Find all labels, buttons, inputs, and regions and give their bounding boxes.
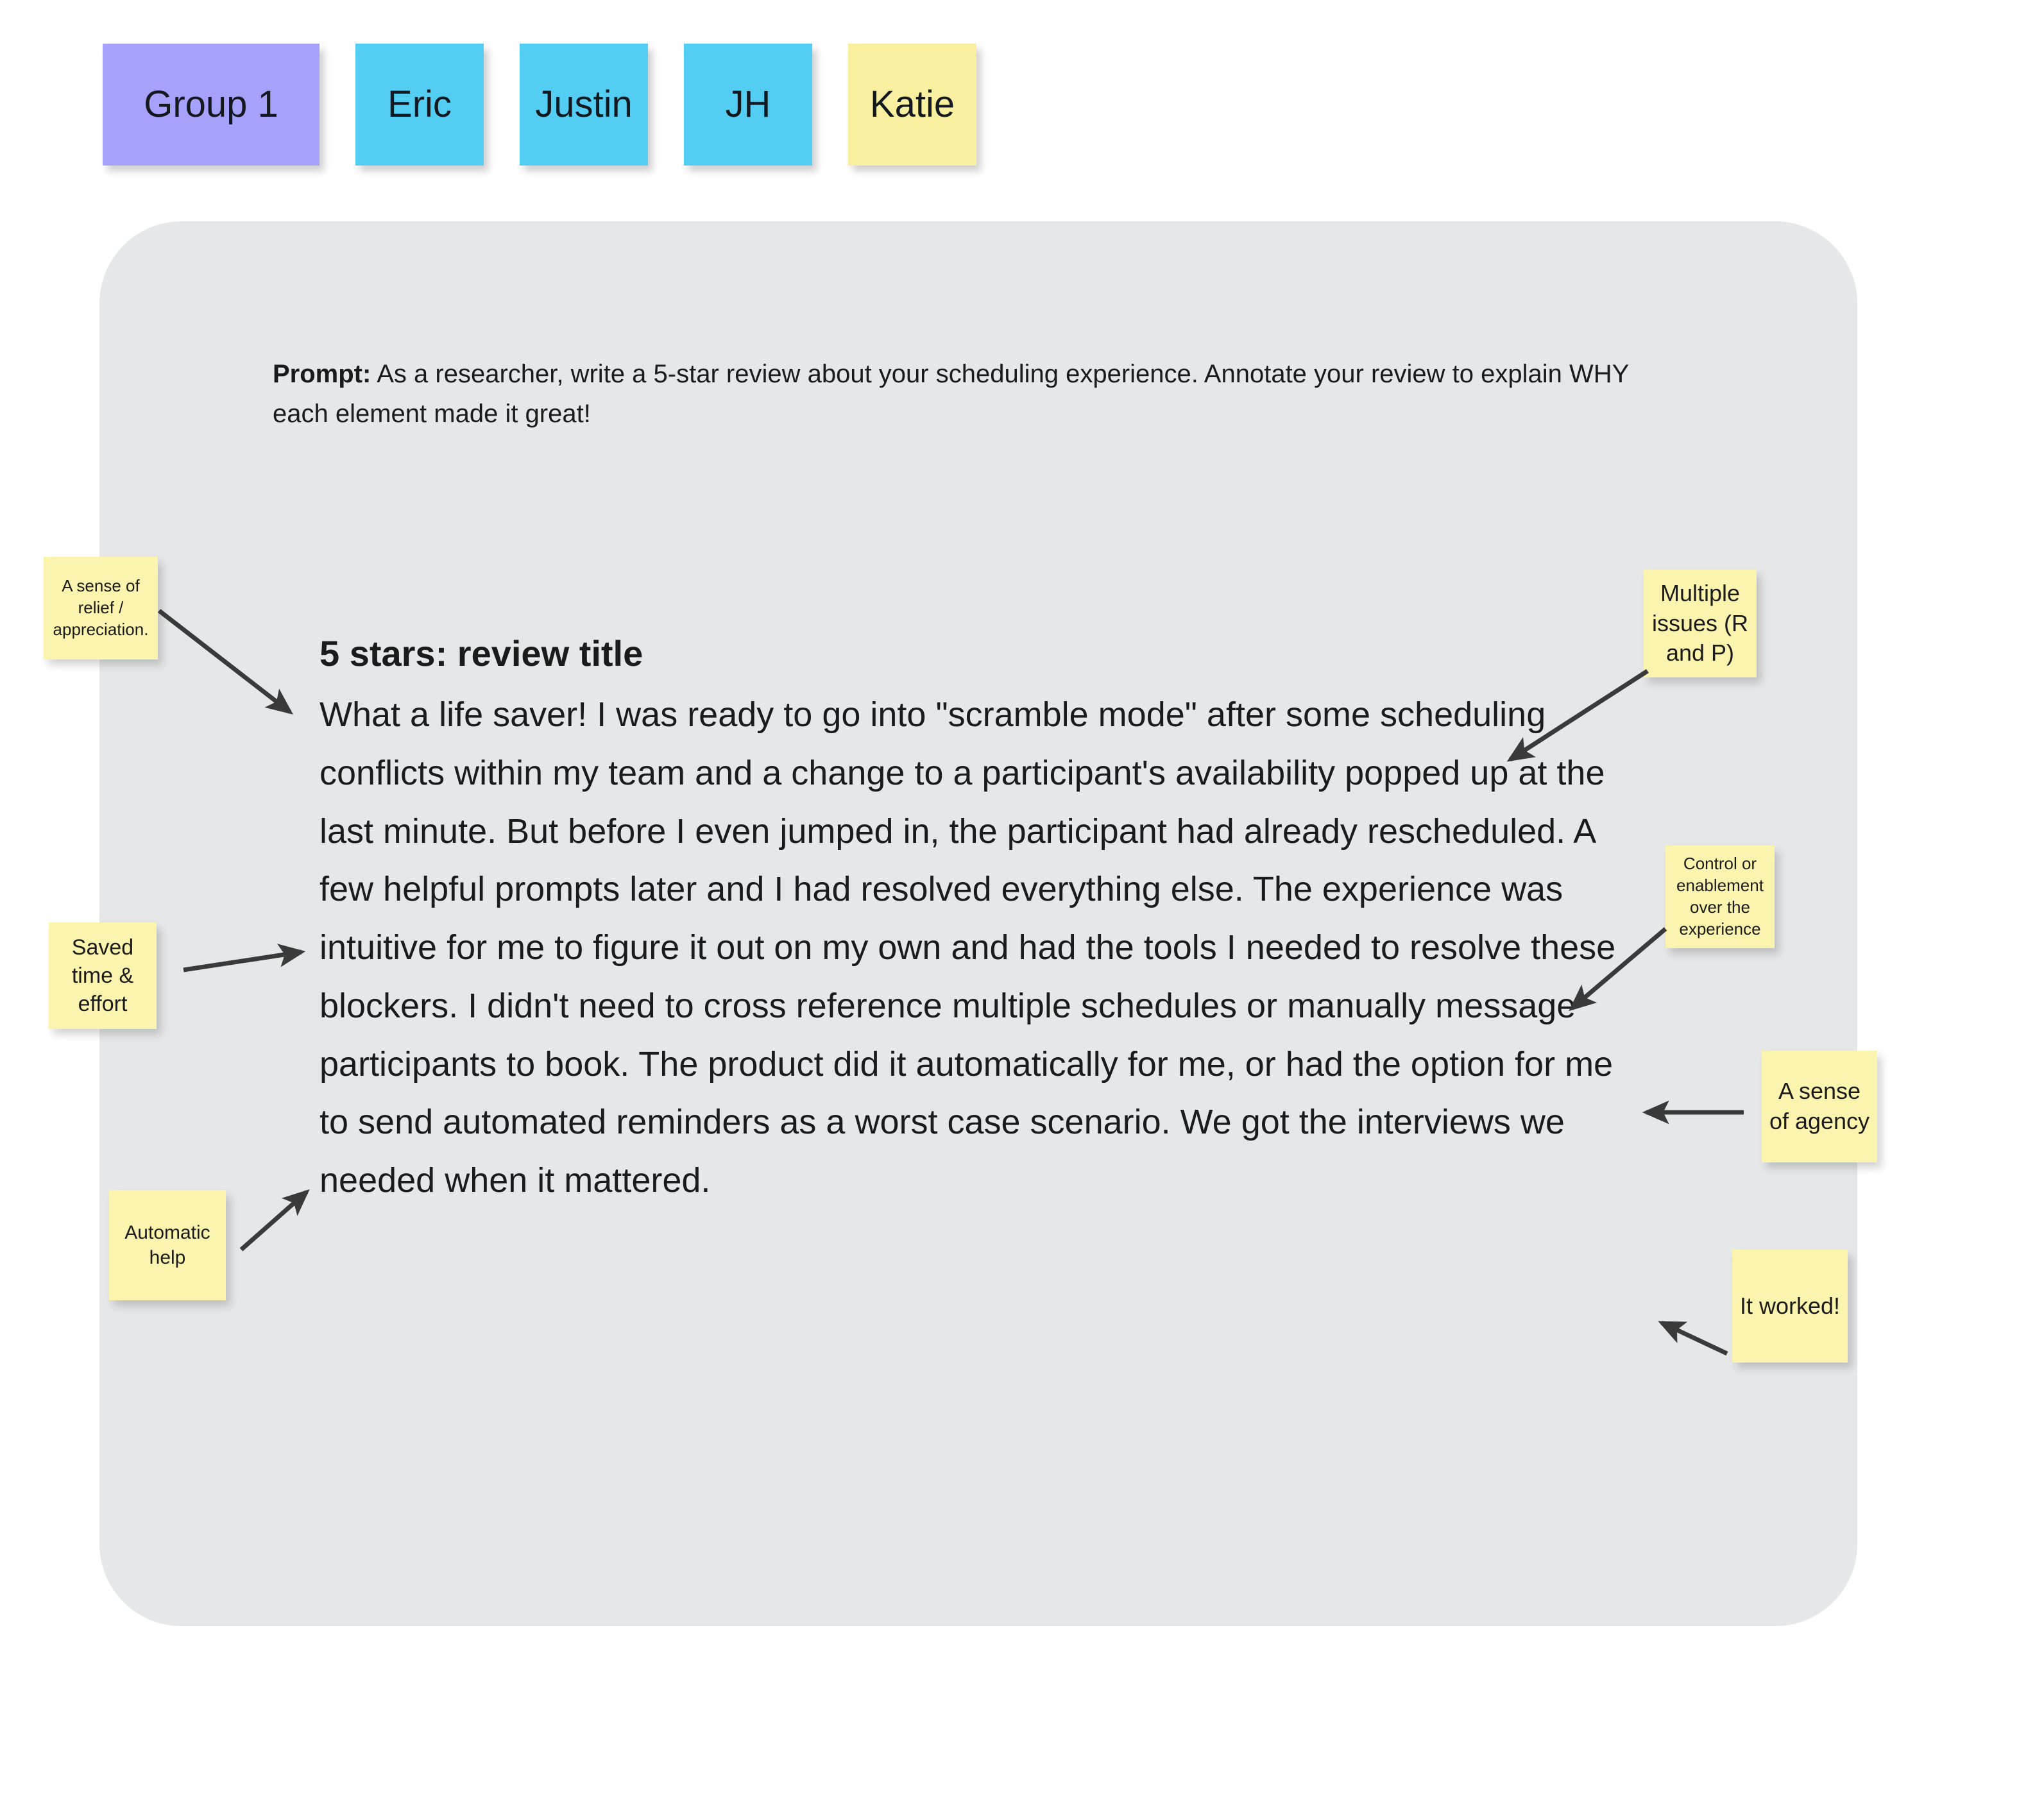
sticky-note-eric[interactable]: Eric	[355, 44, 484, 166]
annotation-note-label: Control or enablement over the experienc…	[1676, 854, 1764, 938]
annotation-note-automatic-help[interactable]: Automatic help	[109, 1190, 226, 1300]
annotation-note-relief[interactable]: A sense of relief / appreciation.	[44, 557, 158, 659]
annotation-note-label: Multiple issues (R and P)	[1651, 579, 1749, 667]
prompt-body: As a researcher, write a 5-star review a…	[273, 360, 1629, 429]
sticky-note-label: JH	[725, 83, 771, 126]
annotation-note-label: It worked!	[1739, 1292, 1841, 1319]
sticky-note-label: Katie	[869, 83, 955, 126]
header-sticky-note-row: Group 1 Eric Justin JH Katie	[103, 44, 976, 166]
prompt-label: Prompt:	[273, 360, 371, 388]
sticky-note-jh[interactable]: JH	[684, 44, 812, 166]
review-block: 5 stars: review title What a life saver!…	[319, 632, 1641, 1210]
annotation-note-multiple-issues[interactable]: Multiple issues (R and P)	[1644, 570, 1757, 677]
annotation-note-agency[interactable]: A sense of agency	[1762, 1051, 1877, 1162]
review-body: What a life saver! I was ready to go int…	[319, 695, 1616, 1200]
whiteboard-canvas: Group 1 Eric Justin JH Katie Prompt: As …	[0, 0, 2044, 1809]
sticky-note-justin[interactable]: Justin	[520, 44, 648, 166]
annotation-note-label: A sense of relief / appreciation.	[53, 576, 149, 639]
annotation-note-label: Saved time & effort	[71, 935, 134, 1017]
annotation-note-it-worked[interactable]: It worked!	[1732, 1250, 1848, 1363]
annotation-note-saved-time[interactable]: Saved time & effort	[49, 922, 157, 1029]
sticky-note-katie[interactable]: Katie	[848, 44, 976, 166]
annotation-note-label: Automatic help	[124, 1222, 210, 1268]
sticky-note-label: Justin	[535, 83, 633, 126]
annotation-note-label: A sense of agency	[1769, 1078, 1870, 1134]
sticky-note-label: Group 1	[144, 83, 278, 126]
annotation-note-control-enablement[interactable]: Control or enablement over the experienc…	[1665, 845, 1775, 948]
sticky-note-label: Eric	[388, 83, 452, 126]
sticky-note-group-1[interactable]: Group 1	[103, 44, 319, 166]
review-title: 5 stars: review title	[319, 633, 643, 674]
prompt-text: Prompt: As a researcher, write a 5-star …	[273, 354, 1671, 434]
